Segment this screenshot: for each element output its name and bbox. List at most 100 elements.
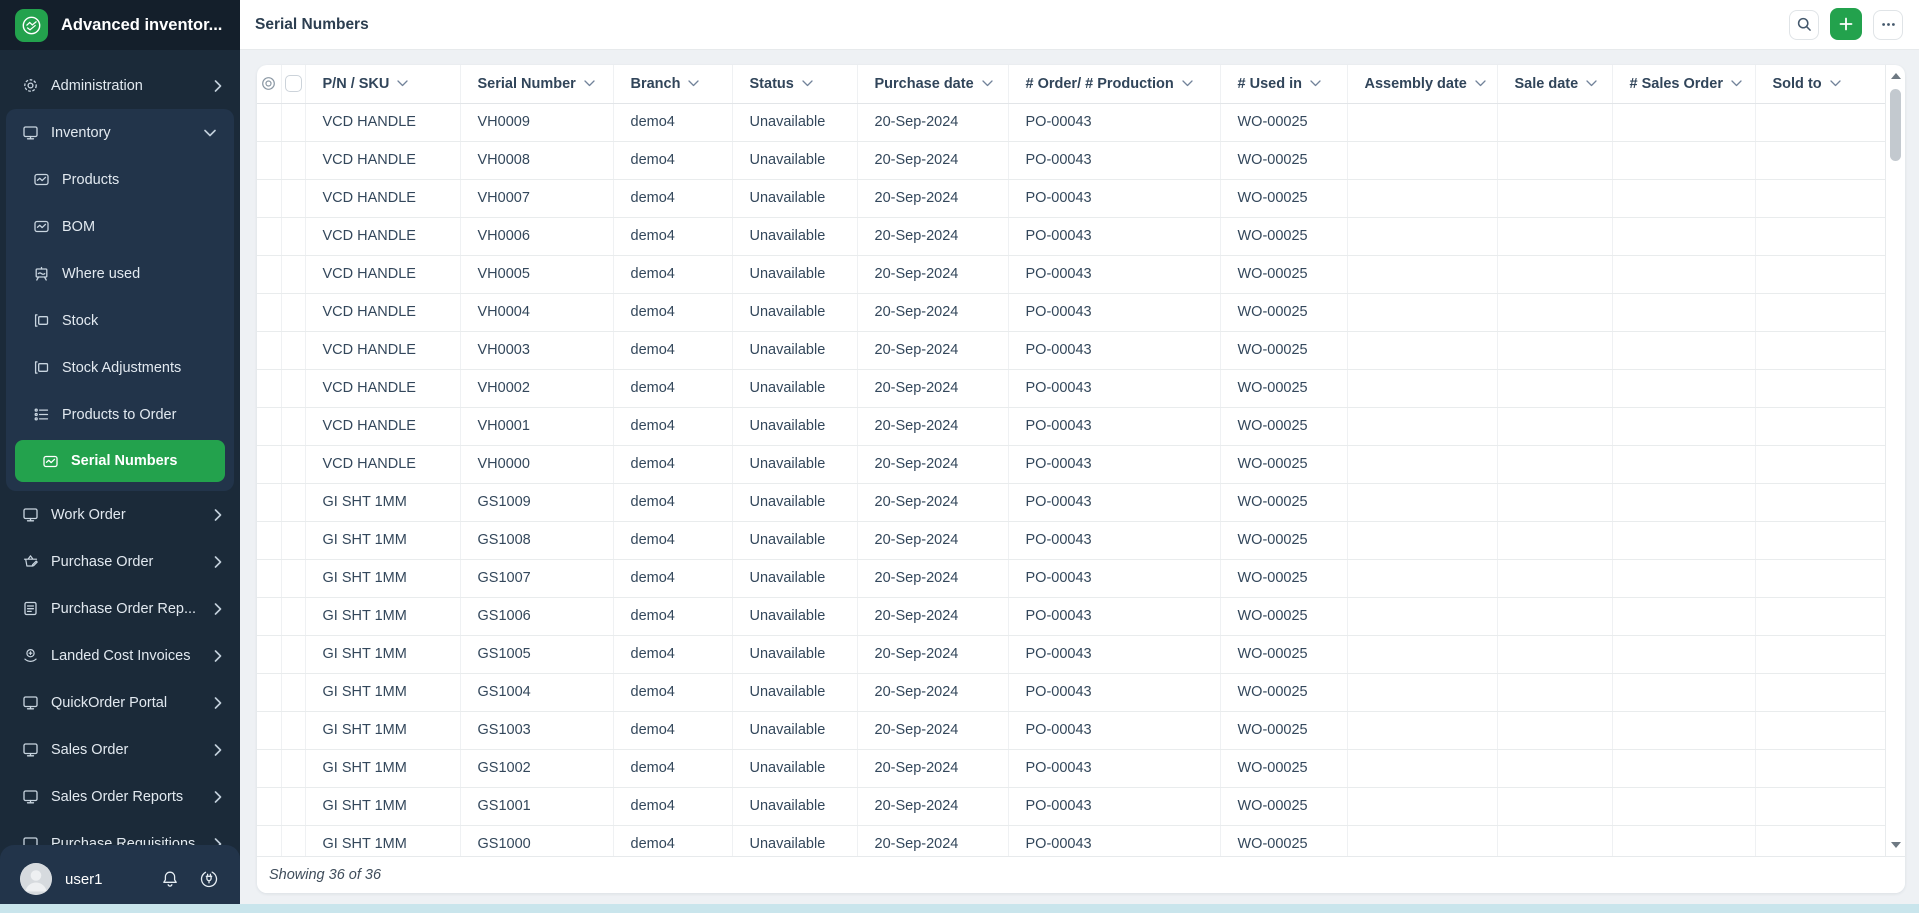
user-panel[interactable]: user1 [0, 845, 240, 913]
plus-icon [1837, 15, 1855, 33]
table-row[interactable]: GI SHT 1MMGS1003demo4Unavailable20-Sep-2… [257, 711, 1885, 749]
bell-icon[interactable] [160, 869, 180, 889]
table-cell: demo4 [613, 749, 732, 787]
row-eye-cell [257, 141, 281, 179]
table-cell: WO-00025 [1220, 369, 1347, 407]
sidebar-item-sales-order[interactable]: Sales Order [0, 726, 240, 773]
sidebar-item-label: Products to Order [62, 407, 216, 423]
table-cell: GI SHT 1MM [305, 521, 460, 559]
scroll-up-arrow-icon[interactable] [1891, 73, 1901, 79]
table-row[interactable]: VCD HANDLEVH0008demo4Unavailable20-Sep-2… [257, 141, 1885, 179]
more-button[interactable] [1873, 10, 1903, 40]
column-header[interactable]: Assembly date [1347, 65, 1497, 103]
table-row[interactable]: GI SHT 1MMGS1001demo4Unavailable20-Sep-2… [257, 787, 1885, 825]
basket-icon [22, 553, 39, 570]
column-header[interactable]: Purchase date [857, 65, 1008, 103]
search-button[interactable] [1789, 10, 1819, 40]
report-icon [22, 600, 39, 617]
sidebar-item-landed-cost-invoices[interactable]: Landed Cost Invoices [0, 632, 240, 679]
column-header[interactable]: # Used in [1220, 65, 1347, 103]
sidebar-item-stock-adjustments[interactable]: Stock Adjustments [6, 344, 234, 391]
table-cell: PO-00043 [1008, 711, 1220, 749]
table-row[interactable]: GI SHT 1MMGS1006demo4Unavailable20-Sep-2… [257, 597, 1885, 635]
column-header[interactable]: Sale date [1497, 65, 1612, 103]
sidebar-item-products[interactable]: Products [6, 156, 234, 203]
table-cell: GS1006 [460, 597, 613, 635]
table-cell [1497, 445, 1612, 483]
table-cell: VH0006 [460, 217, 613, 255]
sort-chevron-icon [1310, 80, 1321, 87]
row-checkbox-cell [281, 711, 305, 749]
sidebar-item-work-order[interactable]: Work Order [0, 491, 240, 538]
table-cell: demo4 [613, 559, 732, 597]
sidebar-item-inventory[interactable]: Inventory [6, 109, 234, 156]
select-all-header[interactable] [281, 65, 305, 103]
monitor-icon [22, 124, 39, 141]
sidebar-item-purchase-order[interactable]: Purchase Order [0, 538, 240, 585]
table-row[interactable]: GI SHT 1MMGS1005demo4Unavailable20-Sep-2… [257, 635, 1885, 673]
table-row[interactable]: VCD HANDLEVH0006demo4Unavailable20-Sep-2… [257, 217, 1885, 255]
table-row[interactable]: GI SHT 1MMGS1009demo4Unavailable20-Sep-2… [257, 483, 1885, 521]
table-row[interactable]: GI SHT 1MMGS1000demo4Unavailable20-Sep-2… [257, 825, 1885, 856]
monitor-icon [22, 741, 39, 758]
table-cell: GS1005 [460, 635, 613, 673]
sidebar-item-where-used[interactable]: Where used [6, 250, 234, 297]
row-eye-cell [257, 331, 281, 369]
table-row[interactable]: GI SHT 1MMGS1004demo4Unavailable20-Sep-2… [257, 673, 1885, 711]
table-cell: 20-Sep-2024 [857, 483, 1008, 521]
table-cell: WO-00025 [1220, 179, 1347, 217]
table-row[interactable]: GI SHT 1MMGS1007demo4Unavailable20-Sep-2… [257, 559, 1885, 597]
column-header[interactable]: # Order/ # Production [1008, 65, 1220, 103]
sort-chevron-icon [1830, 80, 1841, 87]
row-eye-cell [257, 293, 281, 331]
table-row[interactable]: VCD HANDLEVH0000demo4Unavailable20-Sep-2… [257, 445, 1885, 483]
column-header[interactable]: # Sales Order [1612, 65, 1755, 103]
sidebar-item-quickorder-portal[interactable]: QuickOrder Portal [0, 679, 240, 726]
scroll-down-arrow-icon[interactable] [1891, 842, 1901, 848]
table-cell: PO-00043 [1008, 217, 1220, 255]
table-row[interactable]: GI SHT 1MMGS1002demo4Unavailable20-Sep-2… [257, 749, 1885, 787]
sidebar-item-purchase-order-reports[interactable]: Purchase Order Rep... [0, 585, 240, 632]
horizontal-scrollbar[interactable] [0, 904, 1919, 913]
sidebar-item-administration[interactable]: Administration [0, 62, 240, 109]
column-header[interactable]: Serial Number [460, 65, 613, 103]
table-cell: VCD HANDLE [305, 103, 460, 141]
sidebar-item-bom[interactable]: BOM [6, 203, 234, 250]
table-cell: 20-Sep-2024 [857, 217, 1008, 255]
add-button[interactable] [1830, 8, 1862, 40]
chevron-right-icon [214, 791, 222, 803]
sidebar-item-products-to-order[interactable]: Products to Order [6, 391, 234, 438]
sidebar-item-stock[interactable]: Stock [6, 297, 234, 344]
table-row[interactable]: VCD HANDLEVH0009demo4Unavailable20-Sep-2… [257, 103, 1885, 141]
table-cell: Unavailable [732, 255, 857, 293]
column-header[interactable]: Status [732, 65, 857, 103]
sidebar-item-sales-order-reports[interactable]: Sales Order Reports [0, 773, 240, 820]
table-cell: GS1007 [460, 559, 613, 597]
column-header[interactable]: Sold to [1755, 65, 1885, 103]
table-row[interactable]: VCD HANDLEVH0003demo4Unavailable20-Sep-2… [257, 331, 1885, 369]
table-body: VCD HANDLEVH0009demo4Unavailable20-Sep-2… [257, 103, 1885, 856]
scrollbar-thumb[interactable] [1890, 89, 1901, 161]
table-row[interactable]: GI SHT 1MMGS1008demo4Unavailable20-Sep-2… [257, 521, 1885, 559]
table-row[interactable]: VCD HANDLEVH0004demo4Unavailable20-Sep-2… [257, 293, 1885, 331]
table-cell [1497, 749, 1612, 787]
table-row[interactable]: VCD HANDLEVH0002demo4Unavailable20-Sep-2… [257, 369, 1885, 407]
row-checkbox-cell [281, 787, 305, 825]
column-visibility-header[interactable] [257, 65, 281, 103]
app-logo-row: Advanced inventor... [0, 0, 240, 50]
sidebar-item-serial-numbers[interactable]: Serial Numbers [15, 440, 225, 482]
table-cell: 20-Sep-2024 [857, 103, 1008, 141]
column-header[interactable]: P/N / SKU [305, 65, 460, 103]
table-row[interactable]: VCD HANDLEVH0001demo4Unavailable20-Sep-2… [257, 407, 1885, 445]
table-cell [1347, 597, 1497, 635]
select-all-checkbox[interactable] [285, 75, 302, 92]
table-cell: 20-Sep-2024 [857, 635, 1008, 673]
table-cell: WO-00025 [1220, 749, 1347, 787]
column-header[interactable]: Branch [613, 65, 732, 103]
vertical-scrollbar[interactable] [1885, 65, 1905, 856]
table-row[interactable]: VCD HANDLEVH0005demo4Unavailable20-Sep-2… [257, 255, 1885, 293]
table-cell: PO-00043 [1008, 483, 1220, 521]
table-row[interactable]: VCD HANDLEVH0007demo4Unavailable20-Sep-2… [257, 179, 1885, 217]
column-header-label: Sale date [1515, 76, 1579, 92]
plug-icon[interactable] [199, 869, 219, 889]
